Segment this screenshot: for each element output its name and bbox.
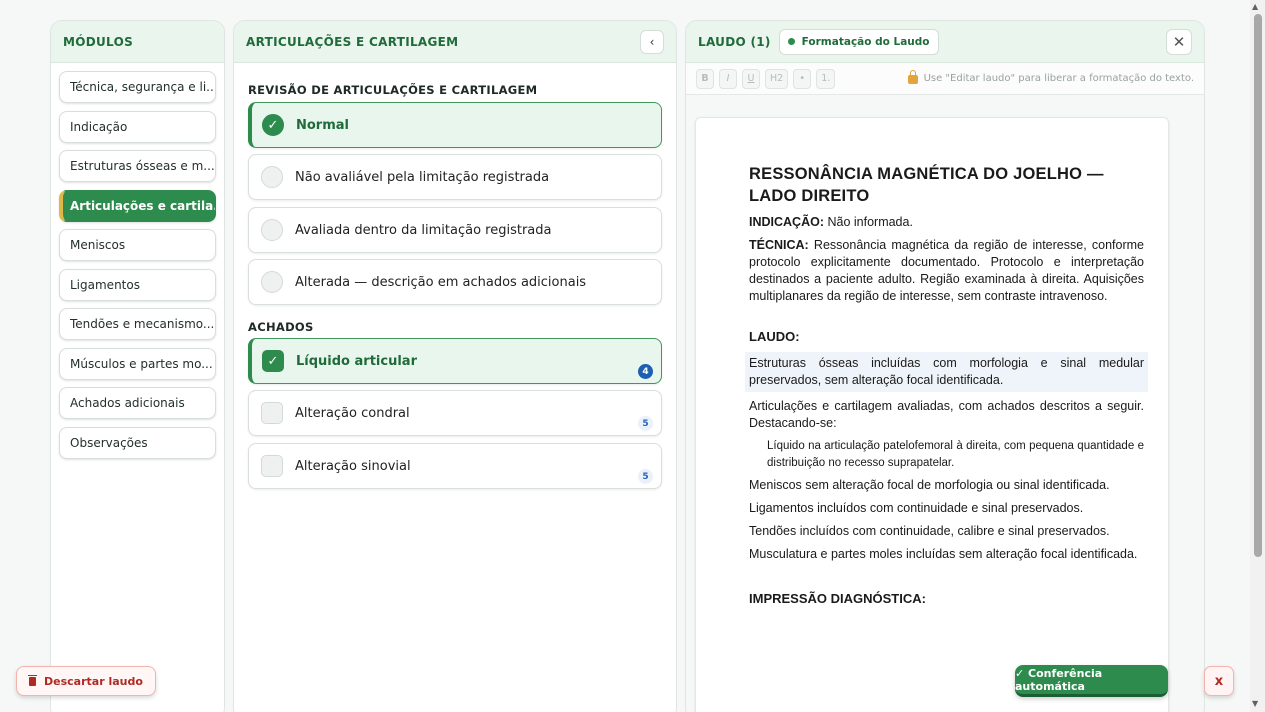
scroll-up-icon[interactable]: ▲ [1252,2,1258,11]
review-option-normal[interactable]: ✓ Normal [248,102,662,148]
review-label: REVISÃO DE ARTICULAÇÕES E CARTILAGEM [248,83,538,97]
ligamentos-paragraph: Ligamentos incluídos com continuidade e … [749,501,1084,515]
close-report-button[interactable]: ✕ [1166,28,1192,55]
review-option-label: Avaliada dentro da limitação registrada [295,222,552,238]
discard-report-button[interactable]: Descartar laudo [16,666,156,696]
module-item-observacoes[interactable]: Observações [59,426,216,459]
scroll-down-icon[interactable]: ▼ [1252,699,1258,708]
finding-liquido-articular[interactable]: ✓ Líquido articular 4 [248,338,662,384]
radio-icon [261,219,283,241]
section-panel: ARTICULAÇÕES E CARTILAGEM ‹ REVISÃO DE A… [233,20,677,712]
impressao-heading: IMPRESSÃO DIAGNÓSTICA: [749,591,926,606]
bold-button[interactable]: B [696,68,714,89]
articulacoes-paragraph: Articulações e cartilagem avaliadas, com… [749,399,1144,430]
underline-button[interactable]: U [742,68,760,89]
module-item-ligamentos[interactable]: Ligamentos [59,268,216,301]
indicacao-label: INDICAÇÃO: [749,215,824,229]
modules-title: MÓDULOS [63,34,134,49]
report-title: LAUDO (1) [698,34,771,49]
indicacao-text: Não informada. [824,215,913,229]
dismiss-button[interactable]: x [1204,666,1234,696]
toolbar-hint: Use "Editar laudo" para liberar a format… [907,70,1194,84]
discard-label: Descartar laudo [44,674,143,688]
finding-count-badge: 4 [638,364,653,379]
scrollbar-thumb[interactable] [1254,14,1262,557]
meniscos-paragraph: Meniscos sem alteração focal de morfolog… [749,478,1110,492]
laudo-heading: LAUDO: [749,329,800,344]
modules-panel: MÓDULOS Técnica, segurança e li... Indic… [50,20,225,712]
tecnica-paragraph: TÉCNICA: Ressonância magnética da região… [749,237,1144,305]
module-item-articulacoes[interactable]: Articulações e cartila... [59,189,216,222]
format-report-label: Formatação do Laudo [801,35,930,48]
checkbox-icon [261,402,283,424]
indicacao-paragraph: INDICAÇÃO: Não informada. [749,214,1144,231]
report-panel: LAUDO (1) Formatação do Laudo ✕ B I U H2… [685,20,1205,712]
checkbox-checked-icon: ✓ [262,350,284,372]
finding-alteracao-sinovial[interactable]: Alteração sinovial 5 [248,443,662,489]
review-option-label: Normal [296,117,349,133]
radio-icon [261,166,283,188]
collapse-button[interactable]: ‹ [640,29,664,54]
close-icon: ✕ [1172,32,1186,51]
liquido-paragraph: Líquido na articulação patelofemoral à d… [767,440,1144,469]
bullet-list-button[interactable]: • [793,68,812,89]
finding-count-badge: 5 [638,416,653,431]
module-item-tecnica[interactable]: Técnica, segurança e li... [59,71,216,103]
musculatura-paragraph: Musculatura e partes moles incluídas sem… [749,547,1138,561]
review-option-nao-avaliavel[interactable]: Não avaliável pela limitação registrada [248,154,662,200]
report-document[interactable]: RESSONÂNCIA MAGNÉTICA DO JOELHO — LADO D… [695,117,1169,712]
finding-label: Alteração sinovial [295,458,411,474]
format-report-tab[interactable]: Formatação do Laudo [778,28,939,55]
module-item-musculos[interactable]: Músculos e partes mo... [59,347,216,380]
chevron-left-icon: ‹ [649,34,655,49]
toolbar-hint-text: Use "Editar laudo" para liberar a format… [923,73,1194,84]
finding-count-badge: 5 [638,469,653,484]
finding-alteracao-condral[interactable]: Alteração condral 5 [248,390,662,436]
document-title: RESSONÂNCIA MAGNÉTICA DO JOELHO — LADO D… [749,165,1104,205]
modules-list: Técnica, segurança e li... Indicação Est… [51,63,224,474]
finding-label: Alteração condral [295,405,410,421]
tecnica-label: TÉCNICA: [749,238,809,252]
module-item-achados-adicionais[interactable]: Achados adicionais [59,387,216,419]
status-dot-icon [787,38,795,45]
modules-header: MÓDULOS [51,21,224,63]
review-option-label: Não avaliável pela limitação registrada [295,169,550,185]
check-icon: ✓ [262,114,284,136]
section-header: ARTICULAÇÕES E CARTILAGEM ‹ [234,21,676,63]
tendoes-paragraph: Tendões incluídos com continuidade, cali… [749,524,1110,538]
numbered-list-button[interactable]: 1. [816,68,836,89]
section-title: ARTICULAÇÕES E CARTILAGEM [246,34,459,49]
italic-button[interactable]: I [719,68,737,89]
checkbox-icon [261,455,283,477]
trash-icon [28,674,37,686]
osseas-paragraph: Estruturas ósseas incluídas com morfolog… [745,352,1148,392]
radio-icon [261,271,283,293]
auto-check-button[interactable]: ✓ Conferência automática [1015,665,1168,697]
module-item-estruturas-osseas[interactable]: Estruturas ósseas e m... [59,150,216,182]
review-option-alterada[interactable]: Alterada — descrição em achados adiciona… [248,259,662,305]
report-header: LAUDO (1) Formatação do Laudo ✕ [686,21,1204,63]
module-item-tendoes[interactable]: Tendões e mecanismo... [59,308,216,340]
finding-label: Líquido articular [296,353,417,369]
tecnica-text: Ressonância magnética da região de inter… [749,238,1144,303]
findings-label: ACHADOS [248,320,314,334]
module-item-indicacao[interactable]: Indicação [59,110,216,143]
format-toolbar: B I U H2 • 1. Use "Editar laudo" para li… [686,63,1204,95]
review-option-label: Alterada — descrição em achados adiciona… [295,274,587,290]
heading-button[interactable]: H2 [765,68,789,89]
lock-icon [907,70,918,84]
review-option-avaliada[interactable]: Avaliada dentro da limitação registrada [248,207,662,253]
module-item-meniscos[interactable]: Meniscos [59,229,216,261]
